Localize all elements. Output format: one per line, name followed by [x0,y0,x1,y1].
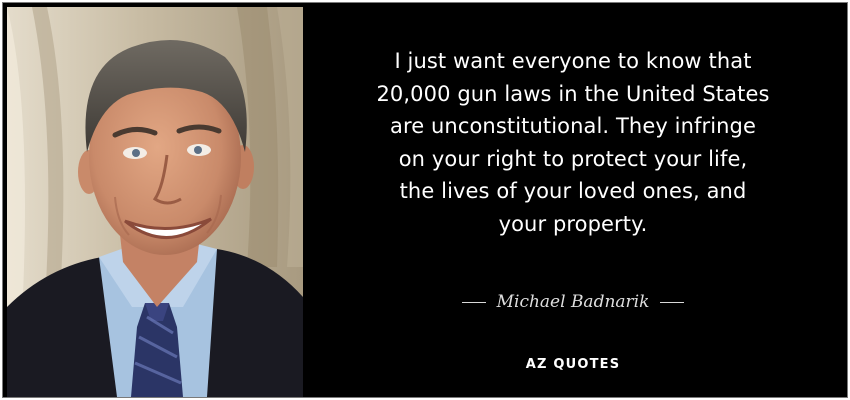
author-rule-left [461,301,486,303]
quote-line: 20,000 gun laws in the United States [376,81,770,106]
quote-text: I just want everyone to know that 20,000… [323,45,823,240]
quote-card: I just want everyone to know that 20,000… [2,2,848,398]
quote-line: are unconstitutional. They infringe [389,114,757,138]
brand-logo: AZ QUOTES [525,357,621,372]
quote-line: your property. [498,211,648,236]
author-name: Michael Badnarik [496,292,650,312]
quote-line: I just want everyone to know that [394,49,752,73]
author-attribution: Michael Badnarik [323,287,823,317]
author-photo [7,7,303,397]
author-rule-right [660,301,685,303]
quote-line: the lives of your loved ones, and [399,179,747,203]
quote-line: on your right to protect your life, [398,146,748,171]
